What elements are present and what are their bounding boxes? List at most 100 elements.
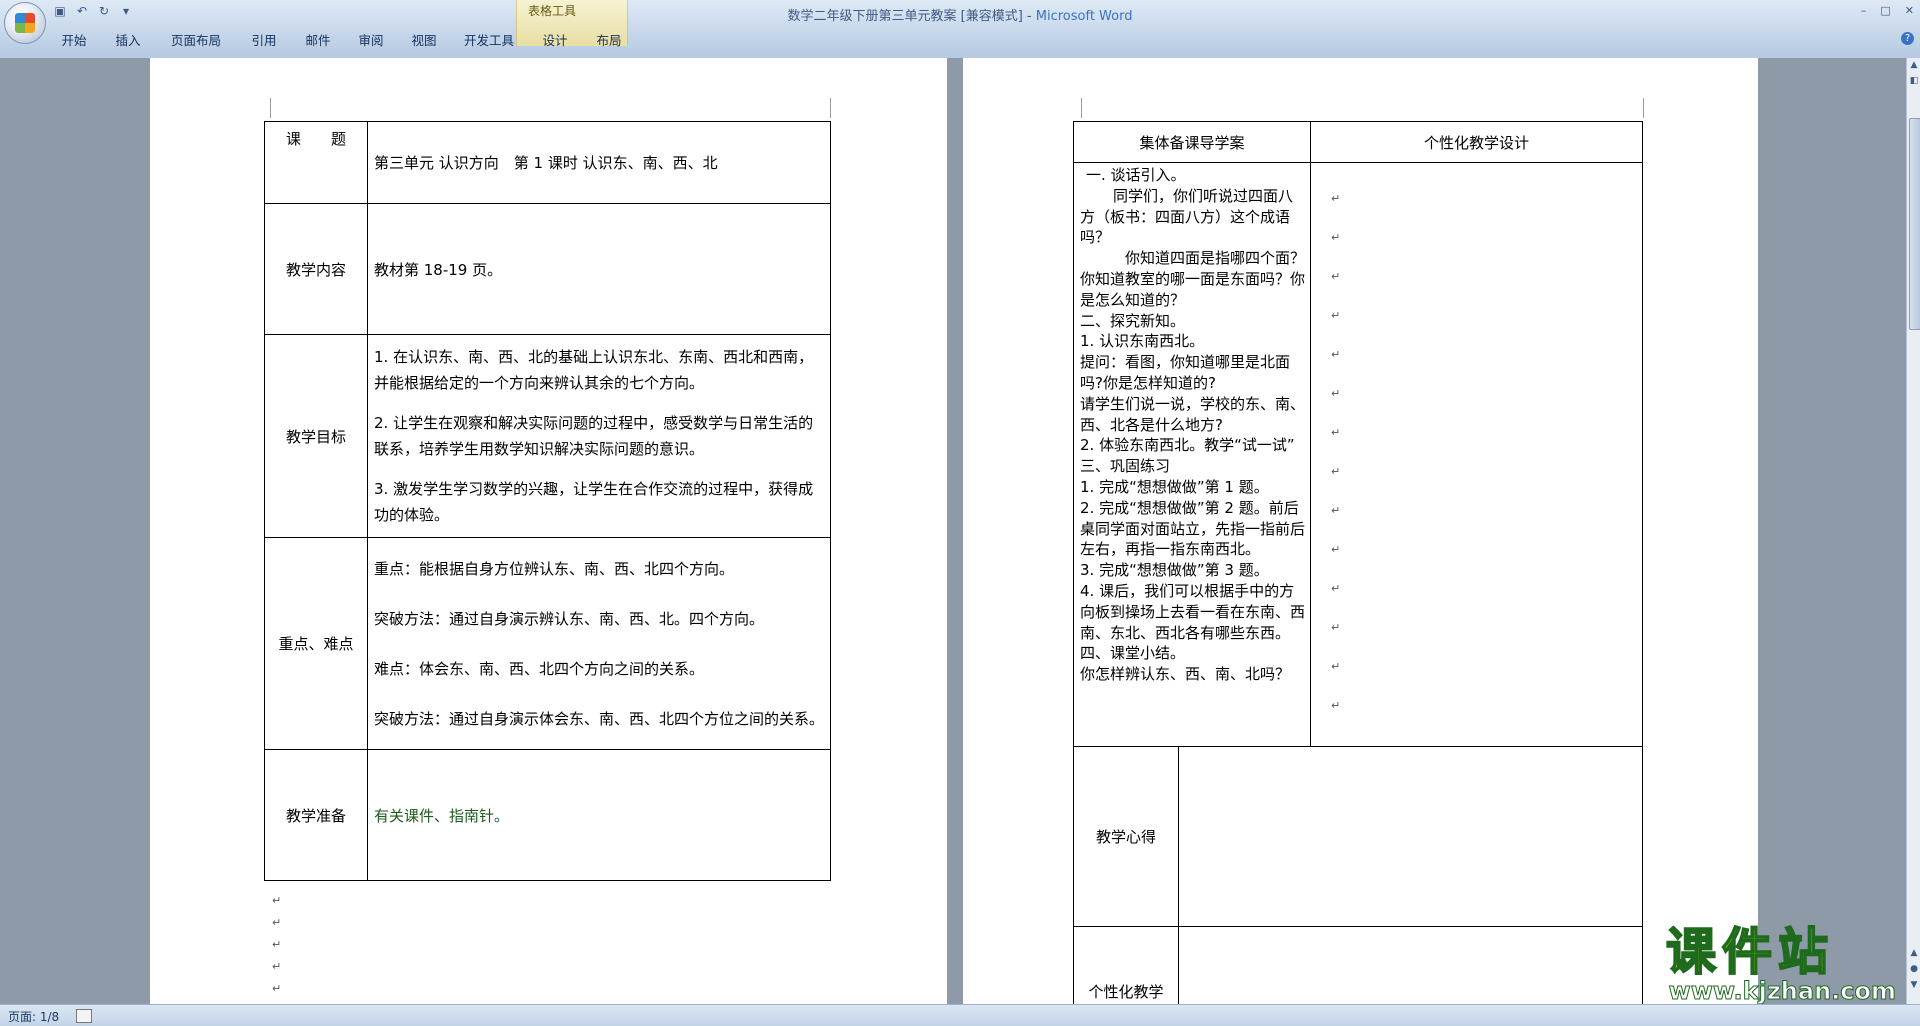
topic-cell[interactable]: 第三单元 认识方向 第 1 课时 认识东、南、西、北 bbox=[367, 121, 831, 204]
table-row: 教学目标 1. 在认识东、南、西、北的基础上认识东北、东南、西北和西南，并能根据… bbox=[264, 334, 831, 538]
crop-mark bbox=[1643, 98, 1644, 118]
browse-object-icon[interactable]: ● bbox=[1907, 962, 1920, 976]
proofing-icon[interactable] bbox=[76, 1009, 92, 1023]
key-point: 重点：能根据自身方位辨认东、南、西、北四个方向。 bbox=[374, 559, 735, 578]
tab-references[interactable]: 引用 bbox=[246, 30, 282, 49]
paragraph-mark-icon: ↵ bbox=[272, 982, 282, 995]
kjzhan-watermark: 课件站 www.kjzhan.com bbox=[1665, 923, 1906, 1005]
topic-text: 第三单元 认识方向 第 1 课时 认识东、南、西、北 bbox=[374, 154, 718, 172]
vertical-scrollbar[interactable]: ▲ ◧ ▲ ● ▼ bbox=[1906, 58, 1920, 1004]
table-row: 教学准备 有关课件、指南针。 bbox=[264, 749, 831, 881]
lesson-flow-cell[interactable]: 一. 谈话引入。 同学们，你们听说过四面八方（板书：四面八方）这个成语吗？ 你知… bbox=[1073, 162, 1311, 747]
reflection-label: 教学心得 bbox=[1095, 828, 1156, 846]
paragraph-mark-icon: ↵ bbox=[1331, 465, 1341, 478]
status-bar: 页面: 1/8 bbox=[0, 1004, 1920, 1026]
difficulty-method: 突破方法：通过自身演示体会东、南、西、北四个方位之间的关系。 bbox=[374, 709, 825, 728]
tab-page-layout[interactable]: 页面布局 bbox=[166, 30, 226, 49]
lesson-line: 4. 课后，我们可以根据手中的方向板到操场上去看一看在东南、西南、东北、西北各有… bbox=[1080, 581, 1306, 642]
watermark-url: www.kjzhan.com bbox=[1668, 977, 1896, 1005]
lesson-line: 三、巩固练习 bbox=[1080, 457, 1171, 476]
reflection-cell[interactable] bbox=[1178, 746, 1643, 927]
watermark-name: 课件站 bbox=[1665, 923, 1834, 981]
paragraph-mark-icon: ↵ bbox=[1331, 660, 1341, 673]
content-label-cell: 教学内容 bbox=[264, 203, 368, 335]
topic-label-cell: 课 题 bbox=[264, 121, 368, 204]
tab-mailings[interactable]: 邮件 bbox=[300, 30, 336, 49]
tab-layout[interactable]: 布局 bbox=[591, 30, 627, 49]
lesson-line: 你怎样辨认东、西、南、北吗？ bbox=[1080, 665, 1291, 684]
lesson-line: 请学生们说一说，学校的东、南、西、北各是什么地方? bbox=[1080, 394, 1306, 434]
lesson-line: 一. 谈话引入。 bbox=[1086, 166, 1186, 184]
tab-view[interactable]: 视图 bbox=[406, 30, 442, 49]
paragraph-mark-icon: ↵ bbox=[1331, 231, 1341, 244]
help-icon[interactable]: ? bbox=[1901, 32, 1914, 45]
scroll-up-icon[interactable]: ▲ bbox=[1907, 58, 1920, 72]
tab-developer[interactable]: 开发工具 bbox=[459, 30, 519, 49]
window-controls: – □ ✕ bbox=[1861, 4, 1914, 17]
paragraph-mark-icon: ↵ bbox=[1331, 192, 1341, 205]
tab-review[interactable]: 审阅 bbox=[353, 30, 389, 49]
key-points-label-cell: 重点、难点 bbox=[264, 537, 368, 750]
table-row: 一. 谈话引入。 同学们，你们听说过四面八方（板书：四面八方）这个成语吗？ 你知… bbox=[1073, 162, 1643, 747]
personal-design-cell[interactable]: ↵ ↵ ↵ ↵ ↵ ↵ ↵ ↵ ↵ ↵ ↵ ↵ ↵ ↵ bbox=[1310, 162, 1643, 747]
table-row: 个性化教学 bbox=[1073, 926, 1643, 1004]
tab-insert[interactable]: 插入 bbox=[110, 30, 146, 49]
objective-3: 3. 激发学生学习数学的兴趣，让学生在合作交流的过程中，获得成功的体验。 bbox=[374, 480, 814, 524]
lesson-line: 1. 认识东南西北。 bbox=[1080, 332, 1205, 351]
content-cell[interactable]: 教材第 18-19 页。 bbox=[367, 203, 831, 335]
lesson-plan-table: 集体备课导学案 个性化教学设计 一. 谈话引入。 同学们，你们听说过四面八方（板… bbox=[1073, 121, 1643, 747]
crop-mark bbox=[1081, 98, 1082, 118]
scroll-thumb[interactable] bbox=[1909, 118, 1920, 330]
lesson-line: 二、探究新知。 bbox=[1080, 311, 1186, 330]
personal-label-cell: 个性化教学 bbox=[1073, 926, 1179, 1004]
key-points-cell[interactable]: 重点：能根据自身方位辨认东、南、西、北四个方向。 突破方法：通过自身演示辨认东、… bbox=[367, 537, 831, 750]
lesson-line: 你知道四面是指哪四个面？你知道教室的哪一面是东面吗？你是怎么知道的？ bbox=[1080, 249, 1306, 309]
personal-label: 个性化教学 bbox=[1088, 983, 1164, 1001]
previous-page-icon[interactable]: ▲ bbox=[1907, 946, 1920, 960]
paragraph-mark-icon: ↵ bbox=[1331, 504, 1341, 517]
paragraph-mark-icon: ↵ bbox=[1331, 582, 1341, 595]
header-left: 集体备课导学案 bbox=[1139, 133, 1245, 152]
paragraph-mark-icon: ↵ bbox=[272, 894, 282, 907]
lesson-line: 1. 完成“想想做做”第 1 题。 bbox=[1080, 477, 1269, 496]
ruler-toggle-icon[interactable]: ◧ bbox=[1907, 74, 1920, 88]
minimize-button[interactable]: – bbox=[1861, 4, 1867, 17]
content-text: 教材第 18-19 页。 bbox=[374, 260, 503, 279]
page-indicator[interactable]: 页面: 1/8 bbox=[8, 1008, 59, 1025]
reflection-table: 教学心得 个性化教学 bbox=[1073, 746, 1643, 1004]
tab-design[interactable]: 设计 bbox=[537, 30, 573, 49]
paragraph-mark-icon: ↵ bbox=[1331, 426, 1341, 439]
topic-label: 课 题 bbox=[285, 130, 346, 148]
objectives-label-cell: 教学目标 bbox=[264, 334, 368, 538]
maximize-button[interactable]: □ bbox=[1880, 4, 1890, 17]
lesson-info-table: 课 题 第三单元 认识方向 第 1 课时 认识东、南、西、北 教学内容 教材第 … bbox=[264, 121, 831, 881]
objective-2: 2. 让学生在观察和解决实际问题的过程中，感受数学与日常生活的联系，培养学生用数… bbox=[374, 414, 814, 458]
lesson-line: 四、课堂小结。 bbox=[1080, 644, 1186, 663]
key-points-label: 重点、难点 bbox=[278, 635, 354, 653]
prep-text: 有关课件、指南针。 bbox=[374, 806, 510, 825]
objectives-cell[interactable]: 1. 在认识东、南、西、北的基础上认识东北、东南、西北和西南，并能根据给定的一个… bbox=[367, 334, 831, 538]
content-label: 教学内容 bbox=[285, 260, 346, 279]
prep-label: 教学准备 bbox=[285, 806, 346, 825]
document-area: 课 题 第三单元 认识方向 第 1 课时 认识东、南、西、北 教学内容 教材第 … bbox=[0, 58, 1906, 1004]
title-separator: - bbox=[1022, 9, 1036, 24]
tab-home[interactable]: 开始 bbox=[56, 30, 92, 49]
lesson-line: 2. 完成“想想做做”第 2 题。前后桌同学面对面站立，先指一指前后左右，再指一… bbox=[1080, 498, 1306, 559]
paragraph-mark-icon: ↵ bbox=[1331, 621, 1341, 634]
crop-mark bbox=[270, 98, 271, 118]
paragraph-mark-icon: ↵ bbox=[1331, 699, 1341, 712]
personal-cell[interactable] bbox=[1178, 926, 1643, 1004]
paragraph-mark-icon: ↵ bbox=[1331, 309, 1341, 322]
objective-1: 1. 在认识东、南、西、北的基础上认识东北、东南、西北和西南，并能根据给定的一个… bbox=[374, 348, 814, 392]
window-title: 数学二年级下册第三单元教案 [兼容模式] - Microsoft Word bbox=[0, 5, 1920, 24]
header-right: 个性化教学设计 bbox=[1423, 133, 1529, 152]
paragraph-mark-icon: ↵ bbox=[272, 960, 282, 973]
document-title: 数学二年级下册第三单元教案 [兼容模式] bbox=[787, 9, 1023, 24]
close-button[interactable]: ✕ bbox=[1905, 4, 1914, 17]
lesson-line: 2. 体验东南西北。教学“试一试” bbox=[1080, 436, 1295, 455]
next-page-icon[interactable]: ▼ bbox=[1907, 978, 1920, 992]
prep-cell[interactable]: 有关课件、指南针。 bbox=[367, 749, 831, 881]
header-right-cell: 个性化教学设计 bbox=[1310, 121, 1643, 163]
paragraph-mark-icon: ↵ bbox=[1331, 387, 1341, 400]
paragraph-mark-icon: ↵ bbox=[1331, 348, 1341, 361]
